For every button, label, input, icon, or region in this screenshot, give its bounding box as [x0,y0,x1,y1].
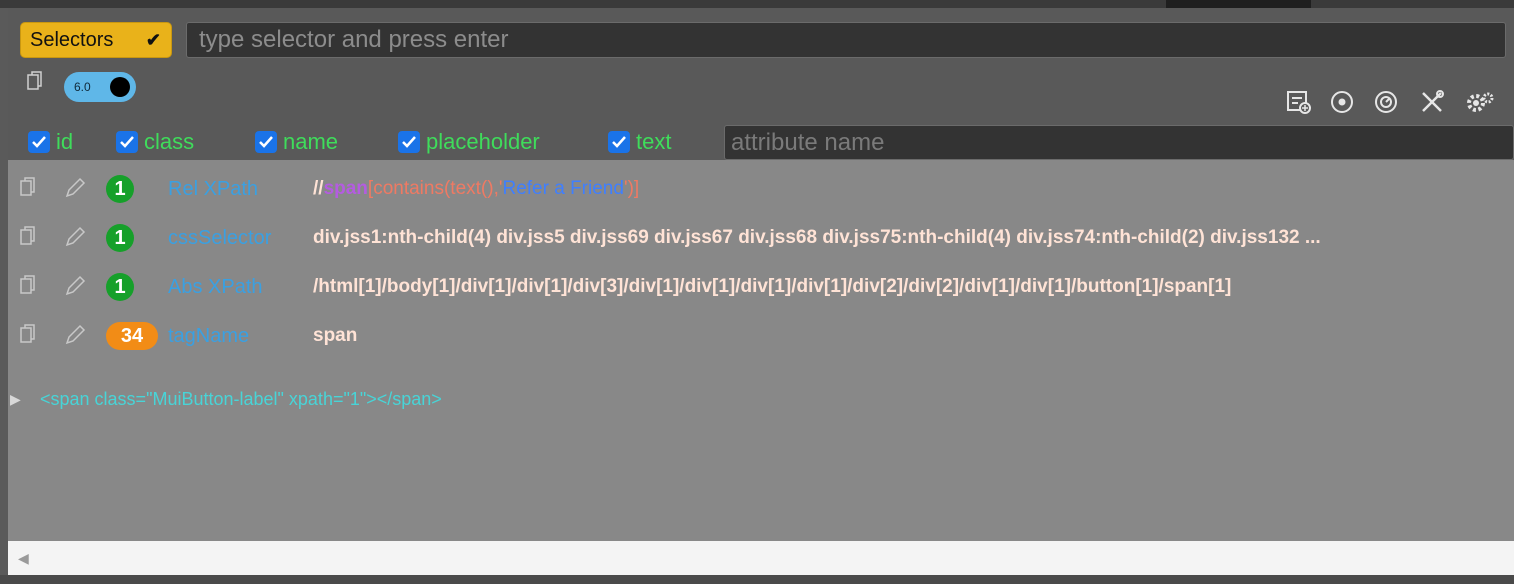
result-value[interactable]: div.jss1:nth-child(4) div.jss5 div.jss69… [313,212,1503,264]
version-toggle[interactable]: 6.0 [64,72,136,102]
xpath-string: Refer a Friend [502,178,624,199]
checkbox-box [28,131,50,153]
copy-icon[interactable] [20,275,36,300]
devtools-tab[interactable] [1166,0,1311,8]
edit-icon[interactable] [64,324,86,351]
match-count-badge: 1 [106,273,134,301]
edit-icon[interactable] [64,226,86,253]
result-label: tagName [168,325,250,347]
attribute-name-input[interactable]: attribute name [724,125,1514,160]
expand-triangle-icon[interactable]: ▶ [10,384,21,414]
add-list-icon[interactable] [1286,90,1312,119]
selector-placeholder: type selector and press enter [199,26,509,53]
target-icon[interactable] [1330,90,1354,119]
settings-icon[interactable] [1464,90,1494,119]
checkbox-box [255,131,277,153]
version-label: 6.0 [74,80,91,94]
window-top-strip [0,0,1514,8]
copy-icon[interactable] [20,177,36,202]
result-row-css-selector: 1 cssSelector div.jss1:nth-child(4) div.… [8,212,1514,262]
result-value[interactable]: //span[contains(text(),'Refer a Friend')… [313,163,1503,215]
xpath-function: [contains(text(),' [367,178,503,199]
toggle-knob [110,77,130,97]
selectors-label: Selectors [30,29,114,51]
left-edge [0,8,8,575]
edit-icon[interactable] [64,275,86,302]
checkbox-label-class: class [144,129,195,154]
result-label: Rel XPath [168,178,259,200]
result-row-abs-xpath: 1 Abs XPath /html[1]/body[1]/div[1]/div[… [8,261,1514,311]
attribute-placeholder: attribute name [731,129,885,156]
xpath-axis: // [313,178,324,199]
selectors-dropdown[interactable]: Selectors ✔ [20,22,172,58]
checkbox-box [608,131,630,153]
attribute-filter-row: id class name placeholder text attribute… [28,125,1514,161]
match-count-badge: 34 [106,322,158,350]
checkbox-box [398,131,420,153]
match-count-badge: 1 [106,224,134,252]
horizontal-scrollbar[interactable]: ◀ [8,541,1514,575]
checkbox-box [116,131,138,153]
checkbox-label-id: id [56,129,74,154]
edit-icon[interactable] [64,177,86,204]
results-panel: 1 Rel XPath //span[contains(text(),'Refe… [8,160,1514,541]
result-row-tag-name: 34 tagName span [8,310,1514,360]
copy-icon[interactable] [27,71,43,96]
xpath-tag: span [323,178,368,199]
checkbox-label-text: text [636,129,672,154]
result-label: cssSelector [168,227,272,249]
result-value[interactable]: /html[1]/body[1]/div[1]/div[1]/div[3]/di… [313,261,1503,313]
result-label: Abs XPath [168,276,263,298]
status-strip [0,575,1514,584]
selector-input[interactable]: type selector and press enter [186,22,1506,58]
speed-icon[interactable] [1374,90,1398,119]
match-count-badge: 1 [106,175,134,203]
selectors-header: Selectors ✔ type selector and press ente… [8,8,1514,160]
element-html-preview[interactable]: ▶ <span class="MuiButton-label" xpath="1… [8,384,1514,414]
html-preview-code: <span class="MuiButton-label" xpath="1">… [40,389,442,409]
checkbox-label-name: name [283,129,339,154]
tools-icon[interactable] [1420,90,1446,119]
result-row-rel-xpath: 1 Rel XPath //span[contains(text(),'Refe… [8,163,1514,213]
selector-row: Selectors ✔ type selector and press ente… [20,22,1506,58]
xpath-close: ')] [623,178,640,199]
chevron-down-icon: ✔ [145,30,161,50]
copy-icon[interactable] [20,324,36,349]
scroll-left-icon[interactable]: ◀ [18,541,29,575]
result-value[interactable]: span [313,310,1503,362]
checkbox-label-placeholder: placeholder [426,129,540,154]
copy-icon[interactable] [20,226,36,251]
